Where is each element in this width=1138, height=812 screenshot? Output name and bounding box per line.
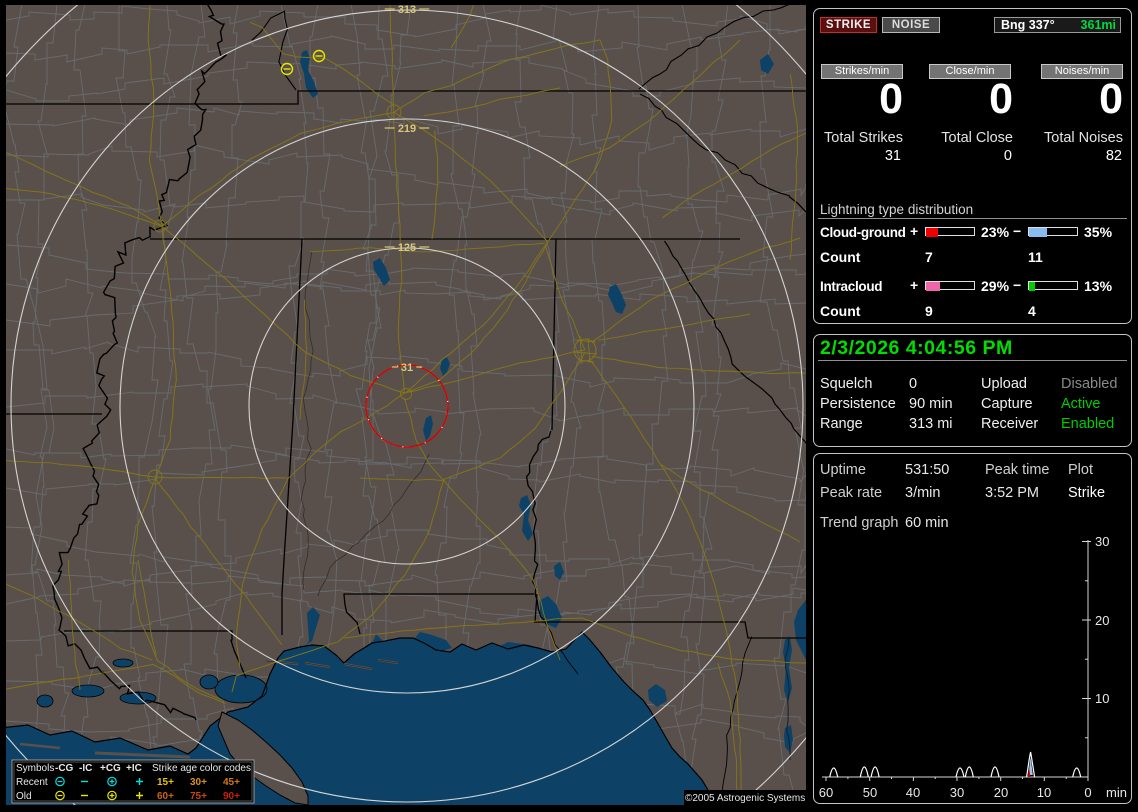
svg-text:45+: 45+ — [223, 777, 240, 788]
svg-text:30: 30 — [1095, 535, 1109, 549]
svg-text:15+: 15+ — [157, 777, 174, 788]
svg-text:min: min — [1106, 785, 1127, 800]
svg-text:0: 0 — [1084, 785, 1091, 800]
svg-text:10: 10 — [1037, 785, 1051, 800]
svg-text:60: 60 — [819, 785, 833, 800]
svg-text:-CG: -CG — [55, 763, 74, 774]
svg-text:10: 10 — [1095, 691, 1109, 706]
svg-text:50: 50 — [863, 785, 877, 800]
svg-text:75+: 75+ — [190, 791, 207, 802]
svg-text:20: 20 — [994, 785, 1008, 800]
svg-text:20: 20 — [1095, 613, 1109, 628]
svg-text:40: 40 — [906, 785, 920, 800]
svg-text:+CG: +CG — [100, 763, 121, 774]
svg-text:Old: Old — [16, 791, 32, 802]
svg-text:+IC: +IC — [126, 763, 142, 774]
svg-text:Strike age color codes: Strike age color codes — [152, 763, 251, 774]
svg-text:30+: 30+ — [190, 777, 207, 788]
svg-text:Recent: Recent — [16, 777, 48, 788]
svg-text:219: 219 — [398, 123, 416, 135]
svg-text:125: 125 — [398, 242, 416, 254]
svg-text:60+: 60+ — [157, 791, 174, 802]
svg-text:-IC: -IC — [79, 763, 92, 774]
svg-text:31: 31 — [401, 362, 413, 374]
svg-text:30: 30 — [950, 785, 964, 800]
svg-text:©2005 Astrogenic Systems: ©2005 Astrogenic Systems — [685, 793, 805, 804]
svg-text:90+: 90+ — [223, 791, 240, 802]
svg-text:313: 313 — [398, 5, 416, 16]
svg-text:Symbols: Symbols — [16, 763, 54, 774]
